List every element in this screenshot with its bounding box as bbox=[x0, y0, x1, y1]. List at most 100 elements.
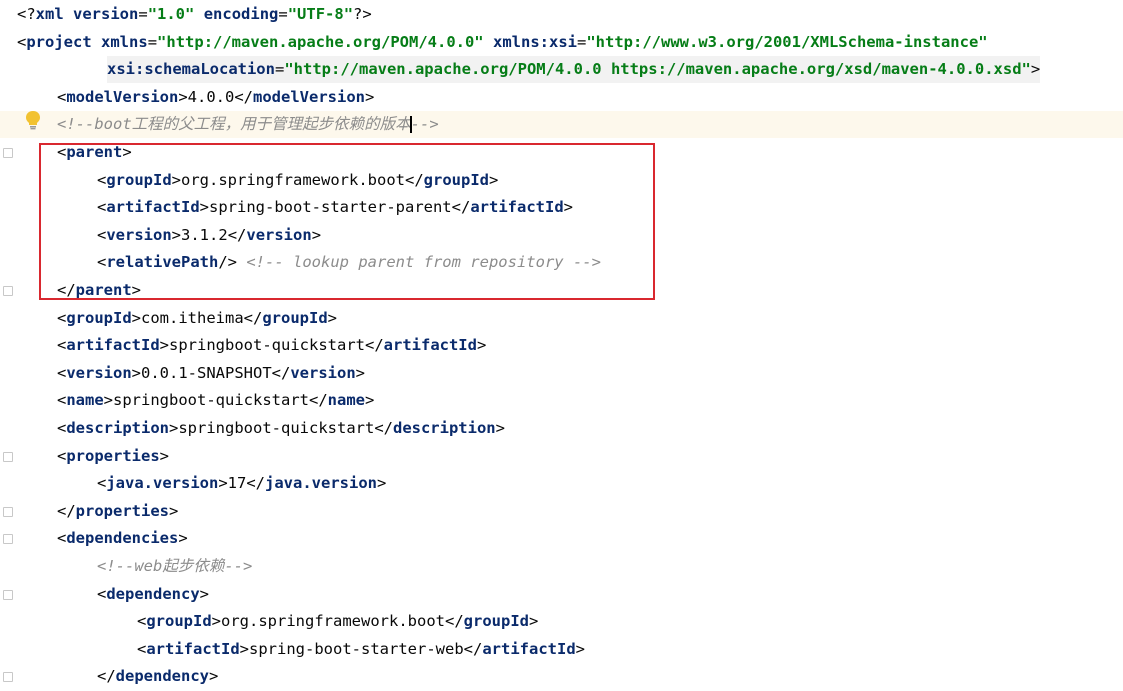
token-decl: <? bbox=[17, 5, 36, 23]
token-punc: </ bbox=[374, 419, 393, 437]
code-line[interactable]: <dependency> bbox=[0, 581, 1123, 608]
code-line[interactable]: <groupId>org.springframework.boot</group… bbox=[0, 167, 1123, 194]
code-line[interactable]: <version>3.1.2</version> bbox=[0, 222, 1123, 249]
code-line-content: </properties> bbox=[57, 498, 178, 525]
token-punc: > bbox=[131, 363, 142, 382]
token-punc: > bbox=[178, 87, 188, 106]
code-line[interactable]: <modelVersion>4.0.0</modelVersion> bbox=[0, 84, 1123, 111]
token-tag: artifactId bbox=[470, 198, 564, 217]
token-attr: version bbox=[73, 5, 139, 23]
token-punc: > bbox=[199, 584, 210, 603]
code-line-content: <properties> bbox=[57, 443, 169, 470]
token-punc: > bbox=[311, 225, 322, 244]
code-line-content: <!--boot工程的父工程，用于管理起步依赖的版本--> bbox=[57, 111, 439, 138]
fold-marker-icon[interactable] bbox=[3, 506, 13, 517]
token-text: 4.0.0 bbox=[187, 87, 235, 106]
code-line[interactable]: <?xml version="1.0" encoding="UTF-8"?> bbox=[0, 1, 1123, 28]
code-line[interactable]: <name>springboot-quickstart</name> bbox=[0, 387, 1123, 414]
token-attr: encoding bbox=[203, 5, 279, 23]
code-line[interactable]: <dependencies> bbox=[0, 525, 1123, 552]
code-line[interactable]: </dependency> bbox=[0, 663, 1123, 690]
token-punc: < bbox=[57, 363, 67, 382]
code-line[interactable]: <java.version>17</java.version> bbox=[0, 470, 1123, 497]
token-comment: --> bbox=[410, 115, 439, 134]
token-punc: < bbox=[137, 612, 147, 631]
fold-marker-icon[interactable] bbox=[3, 534, 13, 545]
fold-marker-icon[interactable] bbox=[3, 451, 13, 462]
code-line[interactable]: <!--web起步依赖--> bbox=[0, 553, 1123, 580]
token-punc: > bbox=[131, 281, 142, 299]
token-tag: properties bbox=[75, 501, 169, 520]
code-line[interactable]: <groupId>com.itheima</groupId> bbox=[0, 305, 1123, 332]
token-punc: < bbox=[97, 170, 107, 189]
code-line-content: <description>springboot-quickstart</desc… bbox=[57, 415, 505, 442]
code-line[interactable]: </properties> bbox=[0, 498, 1123, 525]
token-tag: xml bbox=[35, 5, 64, 23]
token-decl: ?> bbox=[353, 5, 372, 23]
token-punc: < bbox=[17, 32, 27, 51]
token-punc: < bbox=[57, 419, 67, 437]
code-line[interactable]: <groupId>org.springframework.boot</group… bbox=[0, 608, 1123, 635]
token-attr: xmlns bbox=[101, 32, 148, 51]
code-line[interactable]: <parent> bbox=[0, 139, 1123, 166]
token-tag: project bbox=[26, 32, 92, 51]
token-text: springboot-quickstart bbox=[178, 419, 375, 437]
token-tag: groupId bbox=[262, 308, 328, 327]
code-editor[interactable]: <?xml version="1.0" encoding="UTF-8"?> <p… bbox=[0, 0, 1123, 691]
fold-marker-icon[interactable] bbox=[3, 672, 13, 683]
token-punc: </ bbox=[57, 501, 76, 520]
code-line-content: <artifactId>spring-boot-starter-web</art… bbox=[137, 636, 585, 663]
token-punc: </ bbox=[444, 612, 464, 631]
token-punc: = bbox=[138, 5, 148, 23]
token-tag: java.version bbox=[106, 474, 219, 493]
token-punc: > bbox=[377, 474, 387, 493]
token-tag: dependency bbox=[115, 667, 209, 686]
code-line[interactable]: <description>springboot-quickstart</desc… bbox=[0, 415, 1123, 442]
code-line-content: <artifactId>springboot-quickstart</artif… bbox=[57, 332, 486, 359]
token-punc: > bbox=[488, 170, 499, 189]
token-tag: artifactId bbox=[106, 198, 200, 217]
code-line-content: <java.version>17</java.version> bbox=[97, 470, 386, 497]
code-line[interactable]: <relativePath/> <!-- lookup parent from … bbox=[0, 249, 1123, 276]
lightbulb-icon[interactable] bbox=[24, 110, 42, 130]
token-punc: < bbox=[57, 336, 67, 355]
token-punc: > bbox=[199, 198, 210, 217]
token-punc: > bbox=[476, 336, 487, 355]
token-punc: < bbox=[57, 446, 67, 465]
code-line[interactable]: <properties> bbox=[0, 443, 1123, 470]
token-text: 0.0.1-SNAPSHOT bbox=[141, 363, 272, 382]
code-line[interactable]: <project xmlns="http://maven.apache.org/… bbox=[0, 29, 1123, 56]
token-punc: < bbox=[97, 474, 107, 493]
token-punc: > bbox=[355, 363, 366, 382]
token-punc: > bbox=[327, 308, 338, 327]
fold-marker-icon[interactable] bbox=[3, 589, 13, 600]
token-punc: > bbox=[159, 336, 170, 355]
code-line[interactable]: xsi:schemaLocation="http://maven.apache.… bbox=[0, 56, 1123, 84]
token-comment: <!-- lookup parent from repository --> bbox=[246, 253, 601, 272]
code-line[interactable]: <!--boot工程的父工程，用于管理起步依赖的版本--> bbox=[0, 111, 1123, 139]
token-punc: < bbox=[57, 143, 67, 161]
code-line[interactable]: <version>0.0.1-SNAPSHOT</version> bbox=[0, 360, 1123, 387]
code-line[interactable]: </parent> bbox=[0, 277, 1123, 304]
fold-marker-icon[interactable] bbox=[3, 148, 13, 158]
token-punc: > bbox=[103, 391, 114, 410]
code-line[interactable]: <artifactId>springboot-quickstart</artif… bbox=[0, 332, 1123, 359]
code-line-content: <version>0.0.1-SNAPSHOT</version> bbox=[57, 360, 365, 387]
token-tag: parent bbox=[75, 281, 132, 299]
token-tag: parent bbox=[66, 143, 123, 161]
token-str: "http://www.w3.org/2001/XMLSchema-instan… bbox=[586, 32, 988, 51]
token-punc: > bbox=[575, 639, 585, 658]
token-punc: = bbox=[278, 5, 288, 23]
token-tag: groupId bbox=[423, 170, 489, 189]
code-line-content: <?xml version="1.0" encoding="UTF-8"?> bbox=[17, 1, 372, 28]
token-text: spring-boot-starter-parent bbox=[209, 198, 452, 217]
token-tag: modelVersion bbox=[253, 87, 365, 106]
token-punc: </ bbox=[227, 225, 247, 244]
code-line[interactable]: <artifactId>spring-boot-starter-web</art… bbox=[0, 636, 1123, 663]
fold-marker-icon[interactable] bbox=[3, 286, 13, 296]
code-line[interactable]: <artifactId>spring-boot-starter-parent</… bbox=[0, 194, 1123, 221]
code-line-content: <artifactId>spring-boot-starter-parent</… bbox=[97, 194, 573, 221]
code-line-content: <groupId>com.itheima</groupId> bbox=[57, 305, 337, 332]
code-line-content: <parent> bbox=[57, 139, 132, 166]
token-str: "http://maven.apache.org/POM/4.0.0" bbox=[157, 32, 484, 51]
